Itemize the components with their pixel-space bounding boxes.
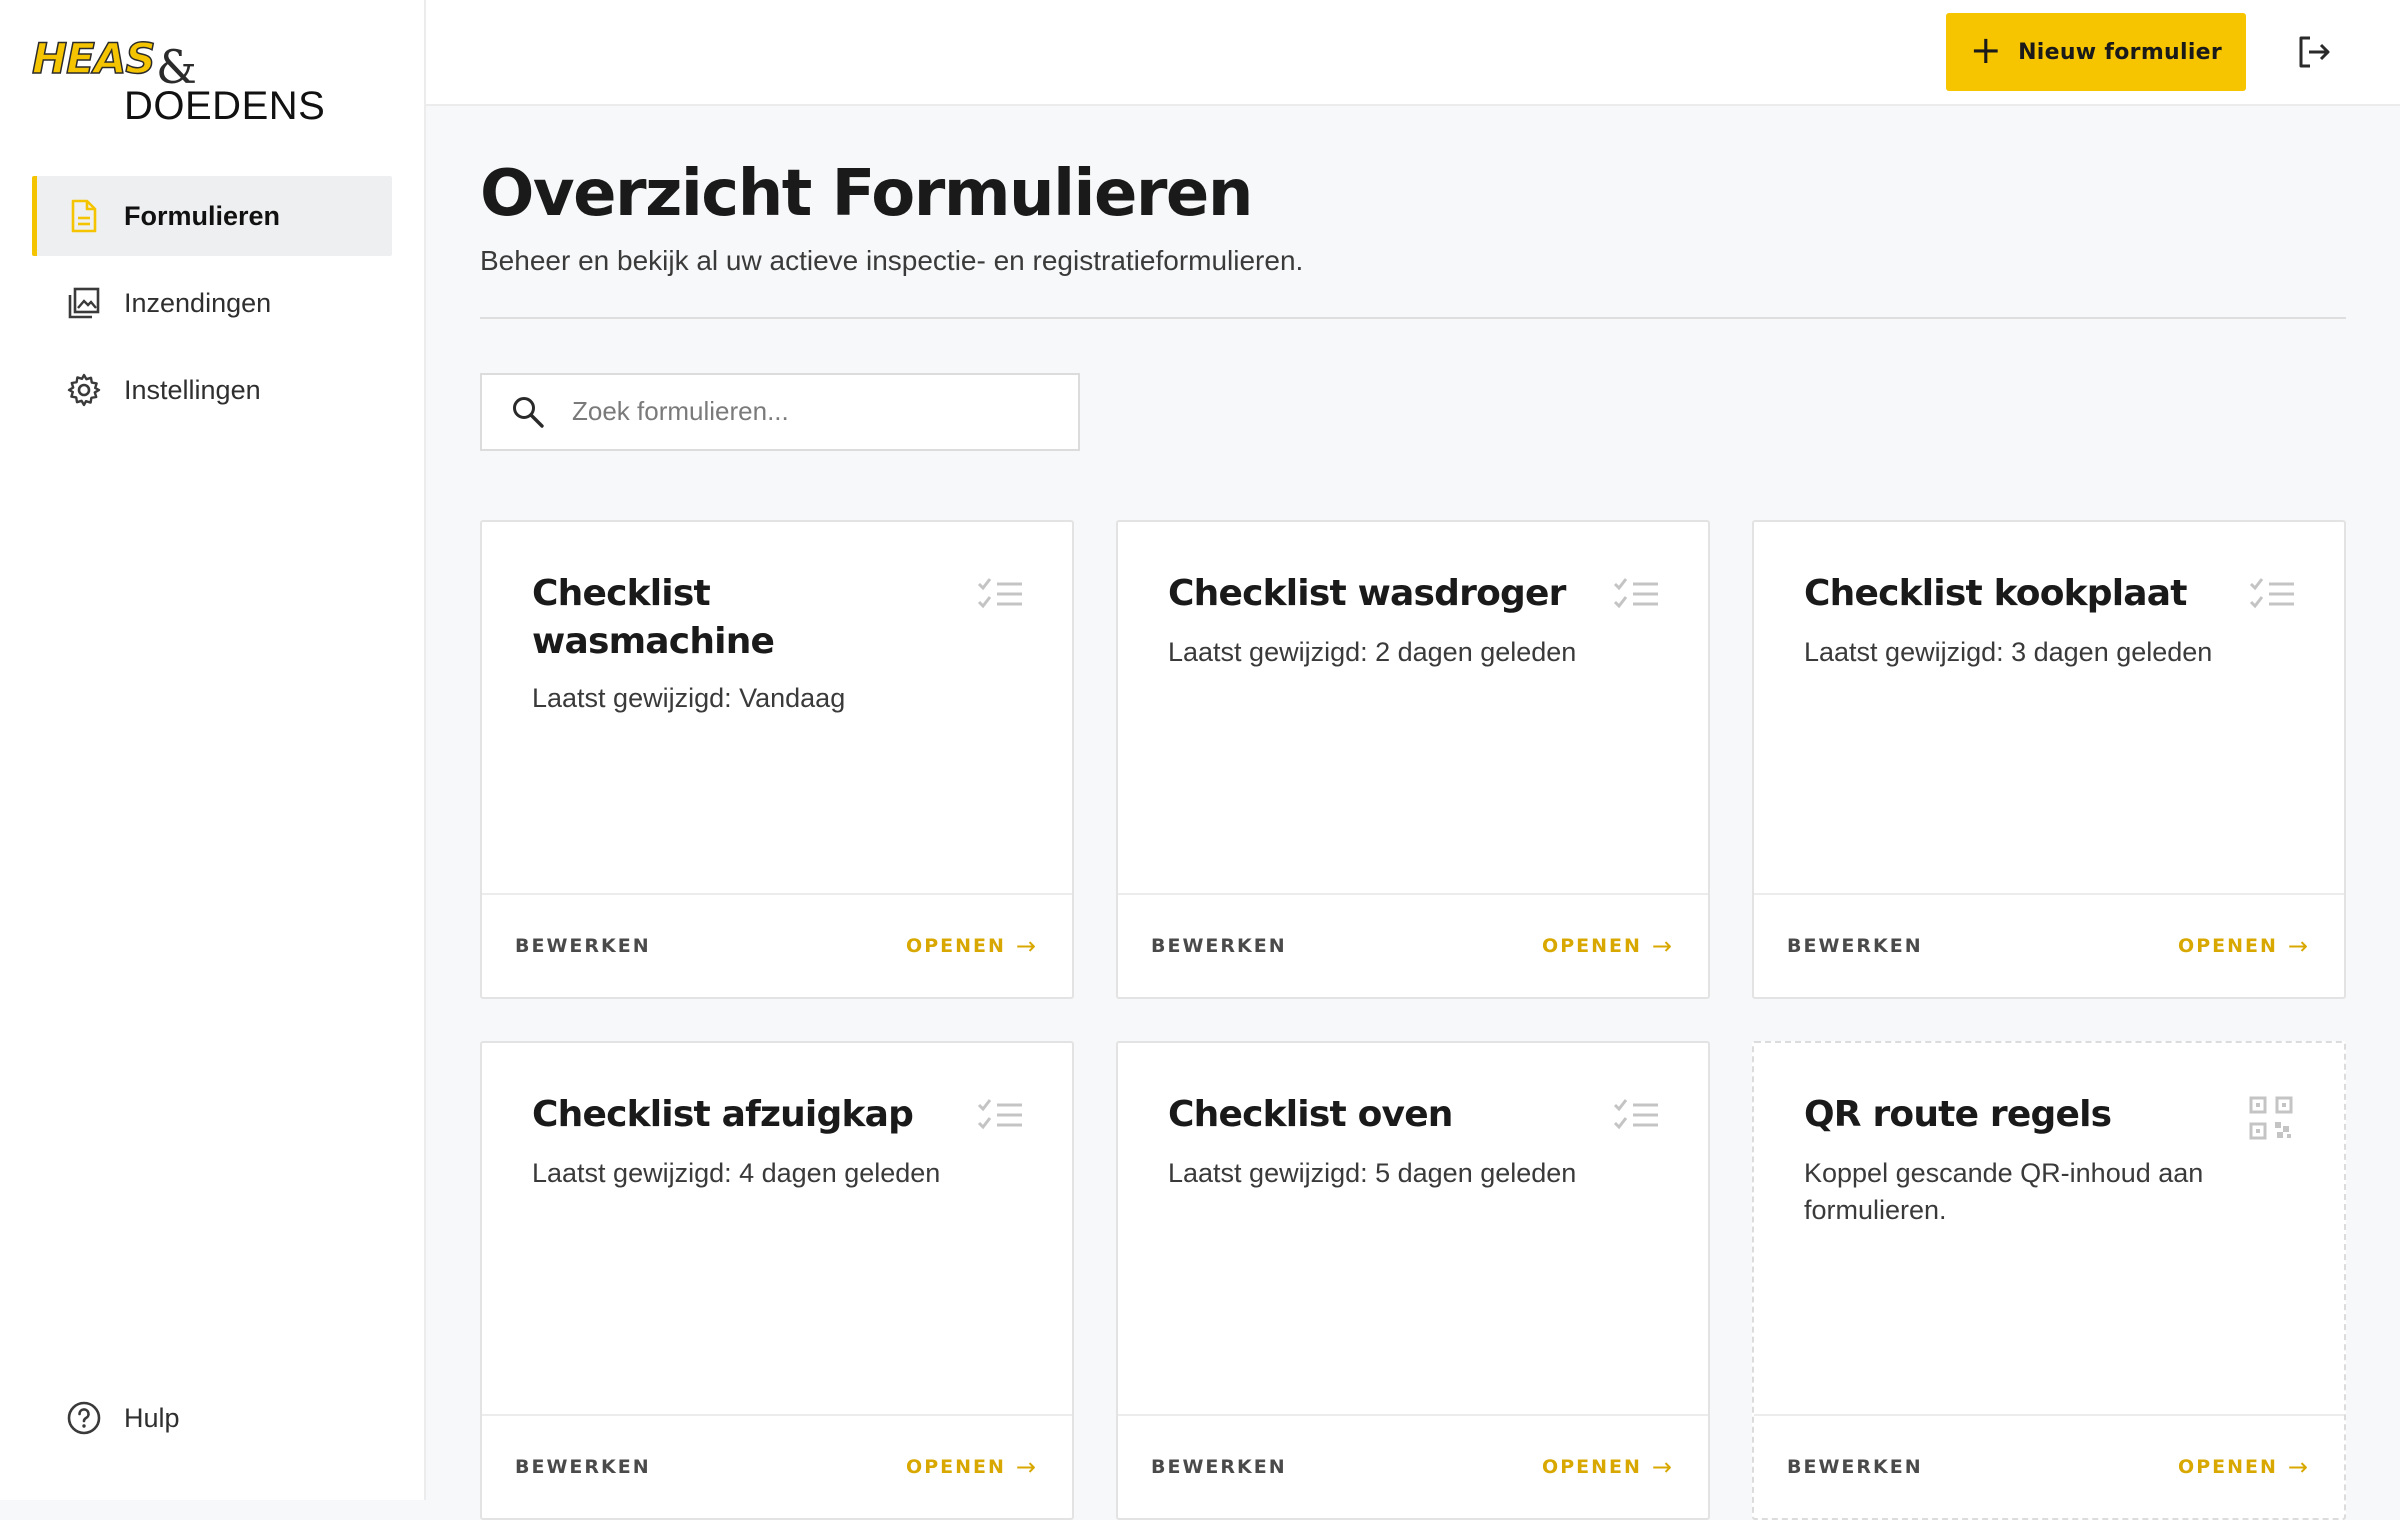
sidebar-item-instellingen[interactable]: Instellingen bbox=[32, 350, 392, 430]
card-title: Checklist kookplaat bbox=[1804, 573, 2187, 614]
card-subtitle: Laatst gewijzigd: 2 dagen geleden bbox=[1168, 637, 1577, 667]
search-box[interactable] bbox=[480, 372, 1080, 451]
brand-logo-line1: HEAS bbox=[31, 33, 156, 84]
edit-button[interactable]: BEWERKEN bbox=[515, 1456, 651, 1478]
form-card[interactable]: Checklist afzuigkap Laatst gewijzigd: 4 … bbox=[480, 1041, 1074, 1520]
edit-button[interactable]: BEWERKEN bbox=[1151, 935, 1287, 957]
form-card[interactable]: Checklist oven Laatst gewijzigd: 5 dagen… bbox=[1116, 1041, 1710, 1520]
document-icon bbox=[66, 198, 102, 234]
sidebar-nav: Formulieren Inzendingen Instellingen bbox=[32, 176, 392, 437]
card-subtitle: Laatst gewijzigd: 4 dagen geleden bbox=[532, 1158, 941, 1188]
arrow-right-icon: → bbox=[1651, 1453, 1674, 1481]
card-footer: BEWERKEN OPENEN → bbox=[1118, 893, 1708, 997]
sidebar-item-label: Formulieren bbox=[124, 200, 281, 231]
forms-grid: Checklist wasmachine Laatst gewijzigd: V… bbox=[480, 520, 2346, 1520]
card-subtitle: Laatst gewijzigd: 5 dagen geleden bbox=[1168, 1158, 1577, 1188]
main-content: Overzicht Formulieren Beheer en bekijk a… bbox=[480, 106, 2346, 1520]
open-button[interactable]: OPENEN → bbox=[906, 1453, 1038, 1481]
sidebar-item-formulieren[interactable]: Formulieren bbox=[32, 176, 392, 256]
card-title: Checklist wasdroger bbox=[1168, 573, 1566, 614]
card-subtitle: Laatst gewijzigd: Vandaag bbox=[532, 683, 846, 713]
gallery-icon bbox=[66, 285, 102, 321]
edit-button[interactable]: BEWERKEN bbox=[515, 935, 651, 957]
edit-button[interactable]: BEWERKEN bbox=[1787, 935, 1923, 957]
new-form-button[interactable]: + Nieuw formulier bbox=[1946, 13, 2246, 91]
gear-icon bbox=[66, 372, 102, 408]
topbar: + Nieuw formulier bbox=[426, 0, 2400, 106]
qr-code-icon bbox=[2248, 1095, 2298, 1140]
open-button-label: OPENEN bbox=[2178, 1456, 2278, 1478]
help-icon bbox=[66, 1400, 102, 1436]
new-form-button-label: Nieuw formulier bbox=[2018, 39, 2223, 65]
sidebar: HEAS & DOEDENS Formulieren Inzendingen I… bbox=[0, 0, 426, 1500]
card-subtitle: Laatst gewijzigd: 3 dagen geleden bbox=[1804, 637, 2213, 667]
arrow-right-icon: → bbox=[1015, 932, 1038, 960]
sidebar-item-label: Instellingen bbox=[124, 374, 261, 405]
card-subtitle: Koppel gescande QR-inhoud aan formuliere… bbox=[1804, 1158, 2204, 1225]
help-link[interactable]: Hulp bbox=[66, 1400, 180, 1436]
card-footer: BEWERKEN OPENEN → bbox=[1118, 1414, 1708, 1518]
form-card[interactable]: Checklist wasdroger Laatst gewijzigd: 2 … bbox=[1116, 520, 1710, 999]
plus-icon: + bbox=[1969, 28, 2003, 72]
open-button[interactable]: OPENEN → bbox=[2178, 932, 2310, 960]
brand-logo[interactable]: HEAS & DOEDENS bbox=[31, 33, 352, 130]
arrow-right-icon: → bbox=[1015, 1453, 1038, 1481]
form-card[interactable]: Checklist wasmachine Laatst gewijzigd: V… bbox=[480, 520, 1074, 999]
page-title: Overzicht Formulieren bbox=[480, 157, 1253, 231]
open-button[interactable]: OPENEN → bbox=[906, 932, 1038, 960]
edit-button[interactable]: BEWERKEN bbox=[1151, 1456, 1287, 1478]
checklist-icon bbox=[1612, 1097, 1662, 1137]
edit-button[interactable]: BEWERKEN bbox=[1787, 1456, 1923, 1478]
arrow-right-icon: → bbox=[2287, 1453, 2310, 1481]
open-button-label: OPENEN bbox=[906, 1456, 1006, 1478]
divider bbox=[480, 316, 2346, 319]
open-button-label: OPENEN bbox=[1542, 1456, 1642, 1478]
search-icon bbox=[510, 394, 546, 430]
qr-route-card[interactable]: QR route regels Koppel gescande QR-inhou… bbox=[1752, 1041, 2346, 1520]
search-input[interactable] bbox=[572, 396, 1052, 428]
logout-icon[interactable] bbox=[2292, 30, 2336, 74]
card-footer: BEWERKEN OPENEN → bbox=[482, 893, 1072, 997]
card-title: Checklist afzuigkap bbox=[532, 1094, 914, 1135]
card-title: Checklist wasmachine bbox=[532, 573, 775, 662]
arrow-right-icon: → bbox=[2287, 932, 2310, 960]
checklist-icon bbox=[976, 576, 1026, 616]
checklist-icon bbox=[2248, 576, 2298, 616]
sidebar-item-label: Inzendingen bbox=[124, 287, 272, 318]
brand-logo-line2: DOEDENS bbox=[124, 84, 326, 128]
card-footer: BEWERKEN OPENEN → bbox=[1754, 893, 2344, 997]
open-button[interactable]: OPENEN → bbox=[1542, 1453, 1674, 1481]
open-button-label: OPENEN bbox=[2178, 935, 2278, 957]
checklist-icon bbox=[1612, 576, 1662, 616]
form-card[interactable]: Checklist kookplaat Laatst gewijzigd: 3 … bbox=[1752, 520, 2346, 999]
card-title: QR route regels bbox=[1804, 1094, 2112, 1135]
open-button-label: OPENEN bbox=[1542, 935, 1642, 957]
card-footer: BEWERKEN OPENEN → bbox=[1754, 1414, 2344, 1518]
sidebar-item-inzendingen[interactable]: Inzendingen bbox=[32, 263, 392, 343]
open-button-label: OPENEN bbox=[906, 935, 1006, 957]
checklist-icon bbox=[976, 1097, 1026, 1137]
open-button[interactable]: OPENEN → bbox=[2178, 1453, 2310, 1481]
help-label: Hulp bbox=[124, 1402, 180, 1433]
arrow-right-icon: → bbox=[1651, 932, 1674, 960]
card-footer: BEWERKEN OPENEN → bbox=[482, 1414, 1072, 1518]
open-button[interactable]: OPENEN → bbox=[1542, 932, 1674, 960]
page-subtitle: Beheer en bekijk al uw actieve inspectie… bbox=[480, 244, 1304, 276]
card-title: Checklist oven bbox=[1168, 1094, 1453, 1135]
